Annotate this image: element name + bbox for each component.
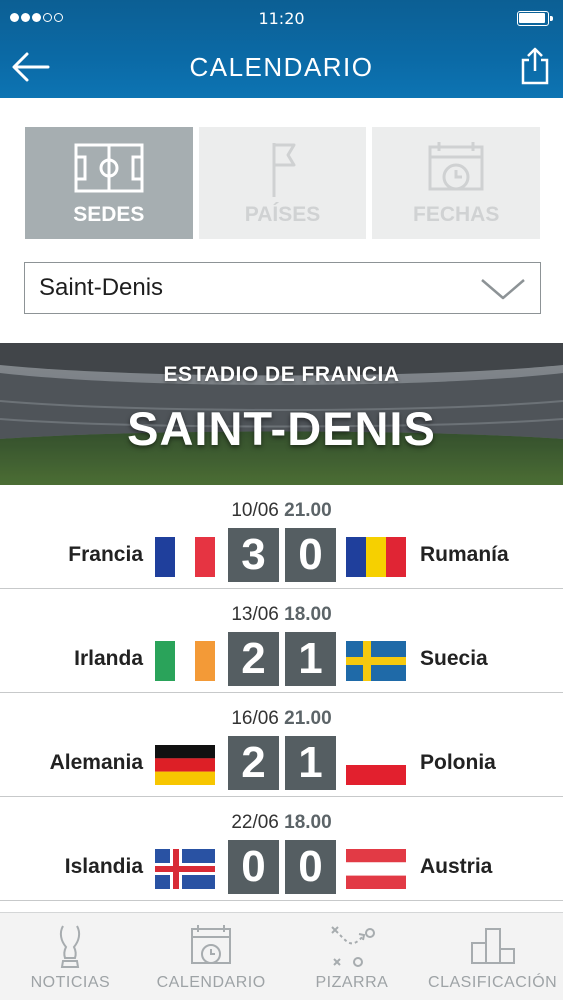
match-datetime: 13/06 18.00 [0, 604, 563, 626]
romania-flag-icon [346, 537, 406, 577]
app-header: 11:20 CALENDARIO [0, 0, 563, 98]
match-time: 18.00 [284, 604, 332, 625]
away-team: Suecia [420, 647, 488, 670]
tab-clasificacion[interactable]: CLASIFICACIÓN [422, 913, 563, 1000]
match-datetime: 16/06 21.00 [0, 708, 563, 730]
tab-pizarra-label: PIZARRA [315, 974, 389, 991]
match-list: 10/06 21.00 Francia 3 0 Rumanía 13/06 18… [0, 485, 563, 901]
battery-icon [517, 11, 553, 26]
podium-icon [470, 928, 515, 964]
tab-noticias-label: NOTICIAS [30, 974, 111, 991]
tab-pizarra[interactable]: PIZARRA [282, 913, 423, 1000]
calendar-icon [191, 925, 232, 964]
home-team: Alemania [49, 751, 143, 774]
away-score: 1 [285, 632, 336, 686]
home-score: 2 [228, 736, 279, 790]
home-score: 0 [228, 840, 279, 894]
home-team: Islandia [64, 855, 143, 878]
away-team: Austria [420, 855, 493, 878]
ireland-flag-icon [155, 641, 215, 681]
match-row[interactable]: 16/06 21.00 Alemania 2 1 Polonia [0, 693, 563, 797]
tactics-board-icon [331, 926, 375, 967]
tab-paises-label: PAÍSES [244, 203, 321, 226]
match-date: 16/06 [231, 708, 279, 729]
home-score: 3 [228, 528, 279, 582]
tab-sedes-label: SEDES [73, 203, 145, 226]
poland-flag-icon [346, 745, 406, 785]
tab-clasificacion-label: CLASIFICACIÓN [428, 974, 558, 991]
match-time: 21.00 [284, 708, 332, 729]
home-team: Irlanda [74, 647, 143, 670]
status-time: 11:20 [258, 9, 305, 28]
home-score: 2 [228, 632, 279, 686]
match-date: 13/06 [231, 604, 279, 625]
share-icon[interactable] [519, 46, 551, 86]
match-datetime: 22/06 18.00 [0, 812, 563, 834]
tab-fechas-label: FECHAS [413, 203, 500, 226]
flag-icon [272, 143, 295, 197]
home-team: Francia [68, 543, 143, 566]
venue-select-value: Saint-Denis [39, 274, 164, 301]
venue-select[interactable]: Saint-Denis [24, 262, 541, 314]
chevron-down-icon [481, 279, 525, 300]
view-selector: SEDES PAÍSES FECHAS [25, 127, 541, 239]
bottom-tab-bar: NOTICIAS CALENDARIO PIZARRA CLASIFICACIÓ… [0, 912, 563, 1000]
tab-sedes[interactable]: SEDES [25, 127, 193, 239]
away-team: Rumanía [420, 543, 509, 566]
page-title: CALENDARIO [189, 52, 374, 82]
away-score: 0 [285, 840, 336, 894]
iceland-flag-icon [155, 849, 215, 889]
tab-calendario[interactable]: CALENDARIO [141, 913, 282, 1000]
tab-fechas[interactable]: FECHAS [372, 127, 541, 239]
match-datetime: 10/06 21.00 [0, 500, 563, 522]
austria-flag-icon [346, 849, 406, 889]
city-title: SAINT-DENIS [127, 402, 436, 455]
trophy-icon [60, 925, 81, 968]
germany-flag-icon [155, 745, 215, 785]
sweden-flag-icon [346, 641, 406, 681]
tab-noticias[interactable]: NOTICIAS [0, 913, 141, 1000]
france-flag-icon [155, 537, 215, 577]
away-score: 1 [285, 736, 336, 790]
tab-calendario-label: CALENDARIO [156, 974, 266, 991]
stadium-name: ESTADIO DE FRANCIA [163, 363, 400, 386]
match-date: 22/06 [231, 812, 279, 833]
match-row[interactable]: 22/06 18.00 Islandia 0 0 Austria [0, 797, 563, 901]
match-row[interactable]: 13/06 18.00 Irlanda 2 1 Suecia [0, 589, 563, 693]
match-time: 21.00 [284, 500, 332, 521]
away-score: 0 [285, 528, 336, 582]
match-row[interactable]: 10/06 21.00 Francia 3 0 Rumanía [0, 485, 563, 589]
match-time: 18.00 [284, 812, 332, 833]
calendar-icon [428, 142, 484, 191]
match-date: 10/06 [231, 500, 279, 521]
status-bar: 11:20 [0, 0, 563, 34]
tab-paises[interactable]: PAÍSES [198, 127, 367, 239]
away-team: Polonia [420, 751, 496, 774]
stadium-banner: ESTADIO DE FRANCIA SAINT-DENIS [0, 343, 563, 485]
pitch-icon [74, 143, 144, 193]
